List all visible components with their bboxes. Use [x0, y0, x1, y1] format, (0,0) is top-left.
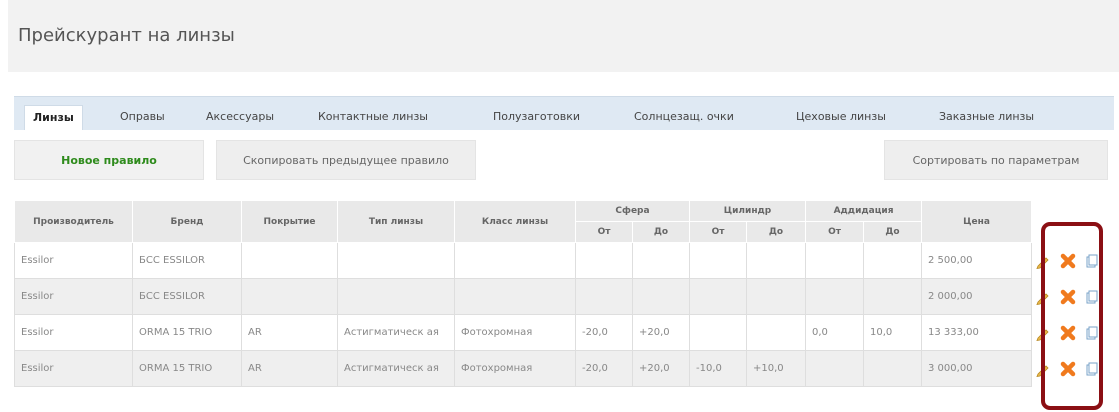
- tab-frames[interactable]: Оправы: [112, 105, 173, 130]
- cell-lens-class: [454, 278, 576, 315]
- tab-semi-finished[interactable]: Полузаготовки: [485, 105, 588, 130]
- cell-price: 13 333,00: [921, 314, 1033, 351]
- pencil-icon[interactable]: [1036, 291, 1050, 305]
- cell-sphere-to: +20,0: [632, 314, 690, 351]
- copy-icon[interactable]: [1086, 362, 1098, 376]
- copy-icon[interactable]: [1086, 326, 1098, 340]
- cell-addition-to: 10,0: [863, 314, 923, 351]
- cell-cylinder-from: -10,0: [689, 350, 747, 387]
- col-header-actions: [1031, 200, 1106, 243]
- cell-coating: [241, 242, 338, 279]
- delete-x-icon[interactable]: [1060, 289, 1076, 305]
- tab-workshop-lenses[interactable]: Цеховые линзы: [788, 105, 894, 130]
- col-header-addition-from: От: [805, 221, 865, 243]
- cell-lens-class: Фотохромная: [454, 350, 576, 387]
- table-row: Essilor ORMA 15 TRIO AR Астигматическ ая…: [14, 314, 1105, 351]
- page-title: Прейскурант на линзы: [8, 0, 1119, 72]
- col-header-cylinder-to: До: [745, 221, 807, 243]
- cell-sphere-to: [632, 278, 690, 315]
- cell-coating: [241, 278, 338, 315]
- cell-cylinder-to: [745, 314, 807, 351]
- cell-cylinder-from: [689, 242, 747, 279]
- cell-price: 2 500,00: [921, 242, 1033, 279]
- cell-cylinder-from: [689, 278, 747, 315]
- cell-addition-to: [863, 278, 923, 315]
- copy-previous-rule-button[interactable]: Скопировать предыдущее правило: [216, 140, 476, 180]
- sort-by-params-button[interactable]: Сортировать по параметрам: [884, 140, 1108, 180]
- cell-cylinder-from: [689, 314, 747, 351]
- tab-contact-lenses[interactable]: Контактные линзы: [310, 105, 436, 130]
- cell-sphere-from: [575, 278, 633, 315]
- cell-sphere-to: [632, 242, 690, 279]
- cell-sphere-to: +20,0: [632, 350, 690, 387]
- col-header-brand[interactable]: Бренд: [132, 200, 242, 243]
- tab-lenses[interactable]: Линзы: [24, 105, 83, 130]
- delete-x-icon[interactable]: [1060, 253, 1076, 269]
- cell-coating: AR: [241, 314, 338, 351]
- cell-brand: БСС ESSILOR: [132, 278, 242, 315]
- cell-sphere-from: -20,0: [575, 314, 633, 351]
- cell-lens-class: [454, 242, 576, 279]
- col-header-price[interactable]: Цена: [921, 200, 1033, 243]
- pencil-icon[interactable]: [1036, 255, 1050, 269]
- cell-cylinder-to: [745, 242, 807, 279]
- delete-x-icon[interactable]: [1060, 325, 1076, 341]
- col-header-lens-type[interactable]: Тип линзы: [337, 200, 455, 243]
- cell-price: 3 000,00: [921, 350, 1033, 387]
- new-rule-button[interactable]: Новое правило: [14, 140, 204, 180]
- table-row: Essilor БСС ESSILOR 2 000,00: [14, 278, 1105, 315]
- cell-lens-type: [337, 278, 455, 315]
- cell-coating: AR: [241, 350, 338, 387]
- tab-sunglasses[interactable]: Солнцезащ. очки: [626, 105, 742, 130]
- table-row: Essilor БСС ESSILOR 2 500,00: [14, 242, 1105, 279]
- col-header-cylinder-from: От: [689, 221, 747, 243]
- pencil-icon[interactable]: [1036, 363, 1050, 377]
- col-header-manufacturer[interactable]: Производитель: [14, 200, 133, 243]
- cell-brand: ORMA 15 TRIO: [132, 350, 242, 387]
- cell-lens-class: Фотохромная: [454, 314, 576, 351]
- col-header-cylinder: Цилиндр: [688, 200, 807, 222]
- copy-icon[interactable]: [1086, 254, 1098, 268]
- copy-icon[interactable]: [1086, 290, 1098, 304]
- row-actions: [1031, 278, 1105, 315]
- col-header-sphere: Сфера: [575, 200, 690, 222]
- cell-addition-to: [863, 350, 923, 387]
- cell-addition-from: [805, 278, 865, 315]
- cell-addition-to: [863, 242, 923, 279]
- col-header-lens-class[interactable]: Класс линзы: [454, 200, 576, 243]
- tab-accessories[interactable]: Аксессуары: [198, 105, 282, 130]
- cell-addition-from: 0,0: [805, 314, 865, 351]
- col-header-sphere-to: До: [632, 221, 690, 243]
- price-table: Производитель Бренд Покрытие Тип линзы К…: [14, 200, 1106, 387]
- cell-brand: ORMA 15 TRIO: [132, 314, 242, 351]
- cell-addition-from: [805, 242, 865, 279]
- cell-sphere-from: -20,0: [575, 350, 633, 387]
- tab-custom-lenses[interactable]: Заказные линзы: [931, 105, 1042, 130]
- delete-x-icon[interactable]: [1060, 361, 1076, 377]
- cell-lens-type: [337, 242, 455, 279]
- col-header-coating[interactable]: Покрытие: [241, 200, 338, 243]
- cell-brand: БСС ESSILOR: [132, 242, 242, 279]
- cell-manufacturer: Essilor: [14, 242, 133, 279]
- cell-addition-from: [805, 350, 865, 387]
- row-actions: [1031, 314, 1105, 351]
- cell-manufacturer: Essilor: [14, 278, 133, 315]
- cell-lens-type: Астигматическ ая: [337, 314, 455, 351]
- cell-sphere-from: [575, 242, 633, 279]
- row-actions: [1031, 242, 1105, 279]
- col-header-addition-to: До: [863, 221, 923, 243]
- pencil-icon[interactable]: [1036, 327, 1050, 341]
- col-header-addition: Аддидация: [805, 200, 923, 222]
- cell-price: 2 000,00: [921, 278, 1033, 315]
- row-actions: [1031, 350, 1105, 387]
- table-row: Essilor ORMA 15 TRIO AR Астигматическ ая…: [14, 350, 1105, 387]
- cell-manufacturer: Essilor: [14, 350, 133, 387]
- tabs-bar: Линзы Оправы Аксессуары Контактные линзы…: [14, 96, 1114, 130]
- cell-cylinder-to: [745, 278, 807, 315]
- cell-cylinder-to: +10,0: [745, 350, 807, 387]
- col-header-sphere-from: От: [575, 221, 633, 243]
- cell-lens-type: Астигматическ ая: [337, 350, 455, 387]
- cell-manufacturer: Essilor: [14, 314, 133, 351]
